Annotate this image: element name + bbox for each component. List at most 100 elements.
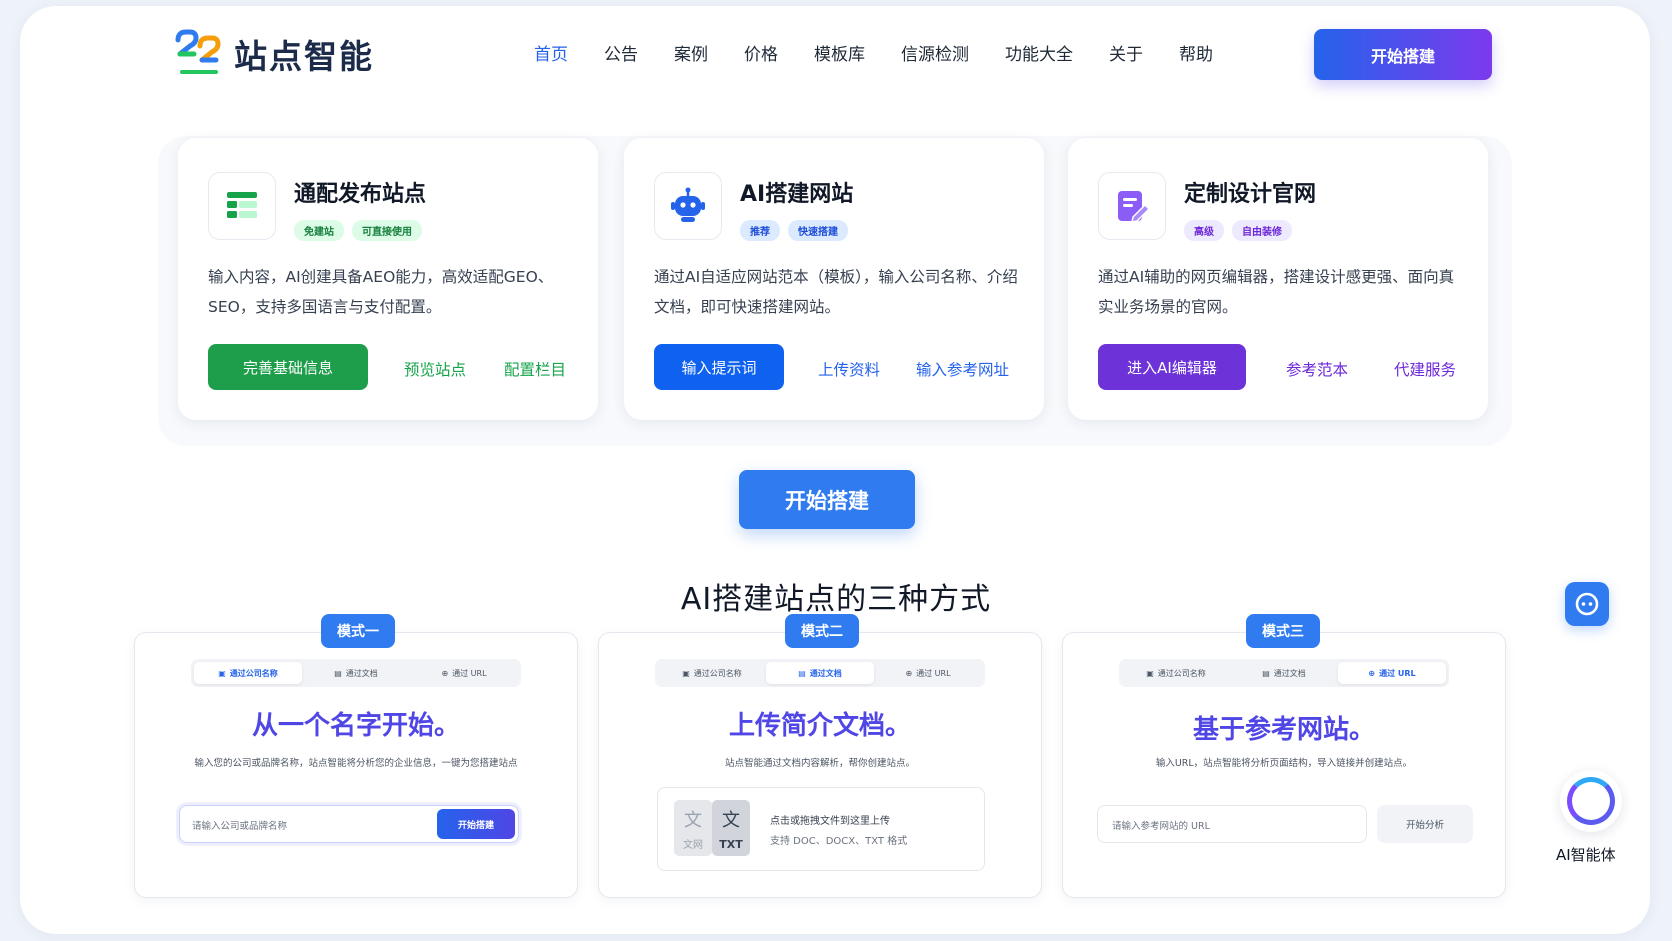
txt-label: TXT: [719, 838, 743, 851]
mode-tabs: ▣ 通过公司名称 ▤ 通过文档 ⊕ 通过 URL: [1119, 659, 1449, 687]
configure-columns-link[interactable]: 配置栏目: [504, 358, 566, 380]
chat-bot-icon: [1575, 592, 1599, 616]
file-icon: ▤: [1262, 668, 1270, 678]
card-ai-build: AI搭建网站 推荐 快速搭建 通过AI自适应网站范本（模板），输入公司名称、介绍…: [624, 138, 1044, 420]
reference-url-input[interactable]: 请输入参考网站的 URL: [1097, 805, 1367, 843]
reference-templates-link[interactable]: 参考范本: [1286, 358, 1348, 380]
mode-subtitle: 输入URL，站点智能将分析页面结构，导入链接并创建站点。: [1155, 758, 1413, 769]
main-nav: 首页 公告 案例 价格 模板库 信源检测 功能大全 关于 帮助: [534, 40, 1249, 65]
svg-text:文: 文: [684, 810, 702, 831]
globe-icon: ⊕: [441, 668, 449, 678]
mode-headline: 上传简介文档。: [728, 711, 911, 741]
mode-badge-2: 模式二: [785, 614, 859, 648]
company-name-input[interactable]: 请输入公司或品牌名称 开始搭建: [179, 805, 519, 843]
doc-label: 文网: [683, 838, 703, 851]
nav-item-pricing[interactable]: 价格: [744, 40, 778, 65]
card-title: AI搭建网站: [740, 182, 854, 207]
tab-by-document[interactable]: ▤ 通过文档: [766, 662, 874, 684]
tab-by-document[interactable]: ▤ 通过文档: [1230, 662, 1338, 684]
nav-item-home[interactable]: 首页: [534, 40, 568, 65]
mode-headline: 基于参考网站。: [1192, 715, 1375, 745]
nav-item-help[interactable]: 帮助: [1179, 40, 1213, 65]
build-service-link[interactable]: 代建服务: [1394, 358, 1456, 380]
mode-tabs: ▣ 通过公司名称 ▤ 通过文档 ⊕ 通过 URL: [191, 659, 521, 687]
card-description: 通过AI自适应网站范本（模板），输入公司名称、介绍文档，即可快速搭建网站。: [654, 268, 1018, 316]
tab-by-url[interactable]: ⊕ 通过 URL: [874, 662, 982, 684]
txt-file-icon: 文 TXT: [712, 800, 750, 856]
tag-free-decoration: 自由装修: [1232, 220, 1292, 241]
mode-subtitle: 站点智能通过文档内容解析，帮你创建站点。: [724, 758, 915, 769]
tag-advanced: 高级: [1184, 220, 1224, 241]
nav-item-source-check[interactable]: 信源检测: [901, 40, 969, 65]
start-build-small-button[interactable]: 开始搭建: [437, 809, 515, 839]
section-title: AI搭建站点的三种方式: [680, 582, 992, 617]
reference-url-link[interactable]: 输入参考网址: [916, 358, 1009, 380]
card-title: 定制设计官网: [1184, 182, 1317, 207]
robot-icon: [654, 172, 722, 240]
start-build-button[interactable]: 开始搭建: [739, 470, 915, 529]
complete-info-button[interactable]: 完善基础信息: [208, 344, 368, 390]
chat-bot-button[interactable]: [1565, 582, 1609, 626]
edit-doc-icon: [1098, 172, 1166, 240]
tag-ready-to-use: 可直接使用: [352, 220, 422, 241]
nav-item-announcements[interactable]: 公告: [604, 40, 638, 65]
ai-agent-button[interactable]: [1560, 770, 1622, 832]
tab-by-document[interactable]: ▤ 通过文档: [302, 662, 410, 684]
nav-item-templates[interactable]: 模板库: [814, 40, 865, 65]
building-icon: ▣: [218, 668, 226, 678]
card-publish-site: 通配发布站点 免建站 可直接使用 输入内容，AI创建具备AEO能力，高效适配GE…: [178, 138, 598, 420]
tab-label: 通过文档: [1273, 668, 1306, 678]
start-analysis-button[interactable]: 开始分析: [1377, 805, 1473, 843]
upload-material-link[interactable]: 上传资料: [818, 358, 880, 380]
tab-label: 通过公司名称: [693, 668, 742, 678]
mode-headline: 从一个名字开始。: [251, 711, 460, 741]
mode-tabs: ▣ 通过公司名称 ▤ 通过文档 ⊕ 通过 URL: [655, 659, 985, 687]
building-icon: ▣: [1146, 668, 1154, 678]
tab-label: 通过 URL: [452, 668, 487, 678]
tab-by-url[interactable]: ⊕ 通过 URL: [1338, 662, 1446, 684]
building-icon: ▣: [682, 668, 690, 678]
nav-item-cases[interactable]: 案例: [674, 40, 708, 65]
input-prompt-button[interactable]: 输入提示词: [654, 344, 784, 390]
nav-item-features[interactable]: 功能大全: [1005, 40, 1073, 65]
tag-recommended: 推荐: [740, 220, 780, 241]
nav-item-about[interactable]: 关于: [1109, 40, 1143, 65]
input-placeholder: 请输入公司或品牌名称: [192, 821, 288, 832]
brand-logo[interactable]: 站点智能: [172, 28, 374, 80]
tab-by-company-name[interactable]: ▣ 通过公司名称: [194, 662, 302, 684]
ai-agent-label[interactable]: AI智能体: [1556, 844, 1616, 865]
tab-label: 通过 URL: [916, 668, 951, 678]
header-start-button[interactable]: 开始搭建: [1314, 29, 1492, 80]
upload-instruction: 点击或拖拽文件到这里上传: [770, 816, 890, 827]
tab-label: 通过文档: [809, 668, 842, 678]
card-description: 输入内容，AI创建具备AEO能力，高效适配GEO、SEO，支持多国语言与支付配置…: [208, 268, 554, 316]
table-icon: [208, 172, 276, 240]
mode-subtitle: 输入您的公司或品牌名称，站点智能将分析您的企业信息，一键为您搭建站点: [194, 758, 518, 769]
tab-by-company-name[interactable]: ▣ 通过公司名称: [1122, 662, 1230, 684]
tag-no-build: 免建站: [294, 220, 344, 241]
upload-formats: 支持 DOC、DOCX、TXT 格式: [770, 836, 908, 847]
mode-card-name: ▣ 通过公司名称 ▤ 通过文档 ⊕ 通过 URL 从一个名字开始。 输入您的公司或品牌…: [134, 632, 578, 898]
tab-label: 通过公司名称: [1157, 668, 1206, 678]
file-icon: ▤: [798, 668, 806, 678]
mode-badge-1: 模式一: [321, 614, 395, 648]
mode-badge-3: 模式三: [1246, 614, 1320, 648]
tab-by-company-name[interactable]: ▣ 通过公司名称: [658, 662, 766, 684]
card-custom-design: 定制设计官网 高级 自由装修 通过AI辅助的网页编辑器，搭建设计感更强、面向真实…: [1068, 138, 1488, 420]
file-upload-dropzone[interactable]: 文 文网 文 TXT 点击或拖拽文件到这里上传 支持 DOC、DOCX、TXT …: [657, 787, 985, 871]
globe-icon: ⊕: [905, 668, 913, 678]
enter-ai-editor-button[interactable]: 进入AI编辑器: [1098, 344, 1246, 390]
agent-ring-icon: [1567, 777, 1615, 825]
card-title: 通配发布站点: [294, 182, 427, 207]
input-placeholder: 请输入参考网站的 URL: [1112, 821, 1210, 832]
tab-label: 通过 URL: [1379, 668, 1416, 678]
file-icon: ▤: [334, 668, 342, 678]
tag-fast-build: 快速搭建: [788, 220, 848, 241]
tab-label: 通过文档: [345, 668, 378, 678]
doc-file-icon: 文 文网: [674, 800, 712, 856]
tab-label: 通过公司名称: [229, 668, 278, 678]
svg-text:文: 文: [722, 810, 740, 831]
tab-by-url[interactable]: ⊕ 通过 URL: [410, 662, 518, 684]
brand-name: 站点智能: [234, 37, 374, 76]
preview-site-link[interactable]: 预览站点: [404, 358, 466, 380]
